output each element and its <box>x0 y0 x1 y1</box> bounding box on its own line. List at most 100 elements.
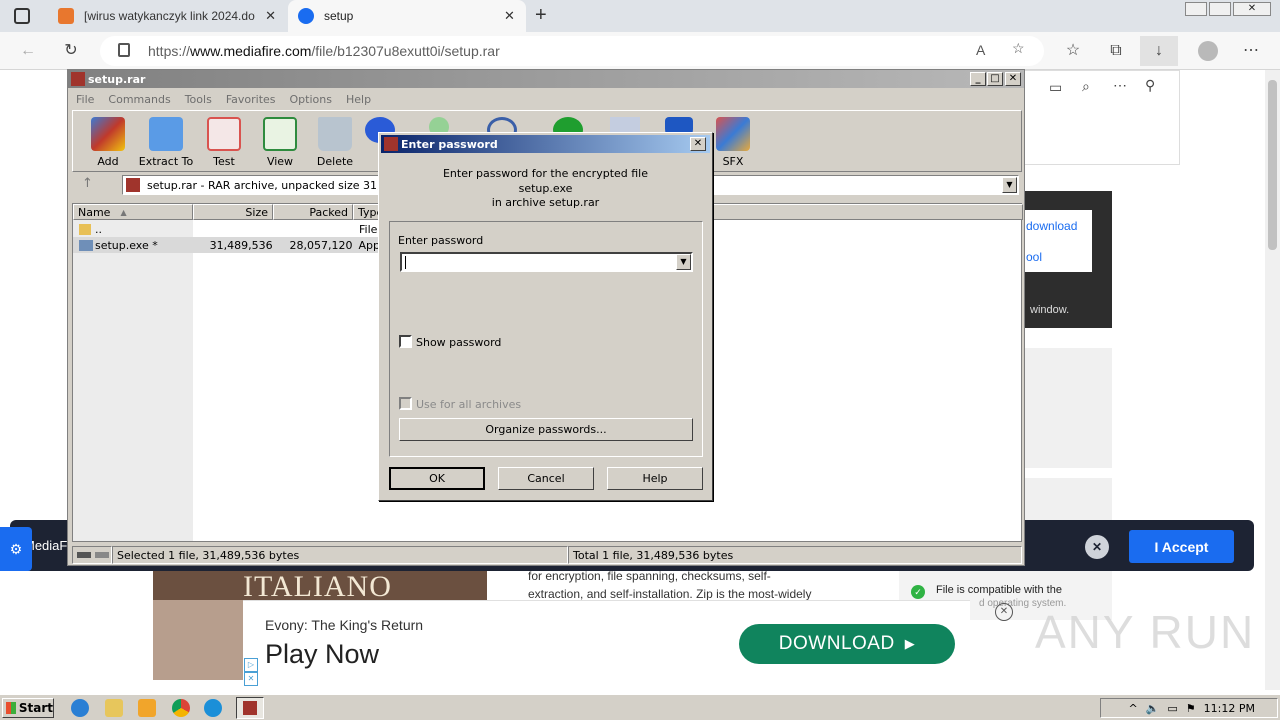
edge-icon[interactable] <box>204 699 222 717</box>
add-archive-icon <box>91 117 125 151</box>
winrar-titlebar[interactable]: setup.rar _ □ ✕ <box>68 70 1024 88</box>
tray-chevron-icon[interactable]: ^ <box>1128 702 1137 715</box>
help-button[interactable]: Help <box>607 467 703 490</box>
show-password-checkbox[interactable] <box>399 335 412 348</box>
start-button[interactable]: Start <box>2 698 54 718</box>
favorite-add-icon[interactable]: ☆ <box>1012 40 1025 57</box>
cookie-settings-icon[interactable]: ⚙ <box>0 527 32 571</box>
taskbar: Start ^ 🔈 ▭ ⚑ 11:12 PM <box>0 694 1280 720</box>
column-name[interactable]: Name ▲ <box>73 204 193 220</box>
ad-download-button[interactable]: DOWNLOAD ▶ <box>739 624 955 664</box>
chrome-icon[interactable] <box>172 699 190 717</box>
more-options-icon[interactable]: ⋯ <box>1113 77 1127 94</box>
clock: 11:12 PM <box>1203 701 1255 715</box>
winrar-logo-icon <box>384 137 398 151</box>
maximize-button[interactable]: □ <box>987 72 1003 86</box>
close-button[interactable]: ✕ <box>1005 72 1021 86</box>
winrar-logo-icon <box>71 72 85 86</box>
column-size[interactable]: Size <box>193 204 273 220</box>
pin-icon[interactable]: ⚲ <box>1145 77 1155 94</box>
use-all-checkbox <box>399 397 412 410</box>
tool-view-button[interactable]: View <box>250 117 310 168</box>
tool-link[interactable]: ool <box>1026 250 1042 264</box>
profile-avatar[interactable] <box>1198 41 1218 61</box>
more-menu-icon[interactable]: ⋯ <box>1240 40 1262 62</box>
menu-file[interactable]: File <box>76 93 94 106</box>
download-link[interactable]: download <box>1026 219 1077 233</box>
dropdown-arrow-icon[interactable]: ▼ <box>1002 177 1017 193</box>
tool-extract-button[interactable]: Extract To <box>136 117 196 168</box>
close-tab-icon[interactable]: ✕ <box>265 8 276 24</box>
show-password-label[interactable]: Show password <box>416 336 501 349</box>
search-icon[interactable]: ⌕ <box>1082 78 1090 95</box>
menu-tools[interactable]: Tools <box>185 93 212 106</box>
flag-icon[interactable]: ⚑ <box>1186 702 1196 715</box>
ad-image <box>153 600 243 680</box>
ie-icon[interactable] <box>71 699 89 717</box>
open-folder-icon[interactable]: ▭ <box>1049 79 1062 96</box>
ad-close-icon[interactable]: ✕ <box>244 672 258 686</box>
window-note: window. <box>1030 304 1070 316</box>
restore-icon[interactable] <box>1209 2 1231 16</box>
url-field[interactable]: https://www.mediafire.com/file/b12307u8e… <box>100 36 1044 66</box>
tab-active[interactable]: setup ✕ <box>288 0 526 32</box>
key-icon <box>95 552 109 558</box>
back-icon[interactable]: ← <box>17 40 39 62</box>
media-player-icon[interactable] <box>138 699 156 717</box>
tab-inactive[interactable]: [wirus watykanczyk link 2024.dov ✕ <box>48 0 286 32</box>
scrollbar-thumb[interactable] <box>1268 80 1277 250</box>
close-tab-icon[interactable]: ✕ <box>504 8 515 24</box>
text-caret <box>405 256 406 269</box>
download-menu: download ool <box>1024 210 1092 272</box>
downloads-icon[interactable]: ↓ <box>1140 36 1178 66</box>
winrar-taskbar-button[interactable] <box>236 697 264 719</box>
cancel-button[interactable]: Cancel <box>498 467 594 490</box>
ok-button[interactable]: OK <box>389 467 485 490</box>
volume-icon[interactable]: 🔈 <box>1146 702 1160 715</box>
folder-icon <box>149 117 183 151</box>
dropdown-arrow-icon[interactable]: ▼ <box>676 254 691 270</box>
refresh-icon[interactable]: ↻ <box>60 40 82 62</box>
menu-help[interactable]: Help <box>346 93 371 106</box>
explorer-icon[interactable] <box>105 699 123 717</box>
tool-delete-button[interactable]: Delete <box>305 117 365 168</box>
table-row[interactable]: .. File <box>73 221 383 237</box>
up-folder-icon[interactable]: ↑ <box>82 176 93 191</box>
collections-icon[interactable]: ⧉ <box>1105 40 1127 62</box>
password-label: Enter password <box>398 234 484 247</box>
menu-options[interactable]: Options <box>290 93 332 106</box>
status-icons <box>72 546 112 564</box>
column-packed[interactable]: Packed <box>273 204 353 220</box>
ad-choices-icon[interactable]: ▷ <box>244 658 258 672</box>
table-row[interactable]: setup.exe * 31,489,536 28,057,120 Appl <box>73 237 383 253</box>
trash-icon <box>318 117 352 151</box>
ad-dismiss-icon[interactable]: ✕ <box>995 603 1013 621</box>
sfx-box-icon <box>716 117 750 151</box>
accept-cookies-button[interactable]: I Accept <box>1129 530 1234 563</box>
minimize-icon[interactable] <box>1185 2 1207 16</box>
sort-arrow-icon: ▲ <box>120 207 127 217</box>
tool-add-button[interactable]: Add <box>78 117 138 168</box>
new-tab-icon[interactable]: + <box>535 4 547 27</box>
menu-commands[interactable]: Commands <box>108 93 170 106</box>
winrar-statusbar: Selected 1 file, 31,489,536 bytes Total … <box>72 546 1022 564</box>
read-aloud-icon[interactable]: A <box>976 42 985 58</box>
ad-subtitle: Evony: The King's Return <box>265 617 424 633</box>
password-input[interactable]: ▼ <box>400 252 693 272</box>
archive-path: setup.rar - RAR archive, unpacked size 3… <box>147 178 412 192</box>
dialog-close-button[interactable]: ✕ <box>690 137 706 151</box>
tool-test-button[interactable]: Test <box>194 117 254 168</box>
exe-file-icon <box>79 239 93 251</box>
dialog-titlebar[interactable]: Enter password ✕ <box>381 135 710 153</box>
tab-actions-icon[interactable] <box>14 8 30 24</box>
network-icon[interactable]: ▭ <box>1167 702 1177 715</box>
drive-icon <box>77 552 91 558</box>
minimize-button[interactable]: _ <box>970 72 986 86</box>
password-dialog: Enter password ✕ Enter password for the … <box>378 132 713 501</box>
cookie-close-icon[interactable]: ✕ <box>1085 535 1109 559</box>
favorites-icon[interactable]: ☆ <box>1062 40 1084 62</box>
ad-headline: Play Now <box>265 639 380 669</box>
close-window-icon[interactable]: ✕ <box>1233 2 1271 16</box>
menu-favorites[interactable]: Favorites <box>226 93 276 106</box>
organize-passwords-button[interactable]: Organize passwords... <box>399 418 693 441</box>
